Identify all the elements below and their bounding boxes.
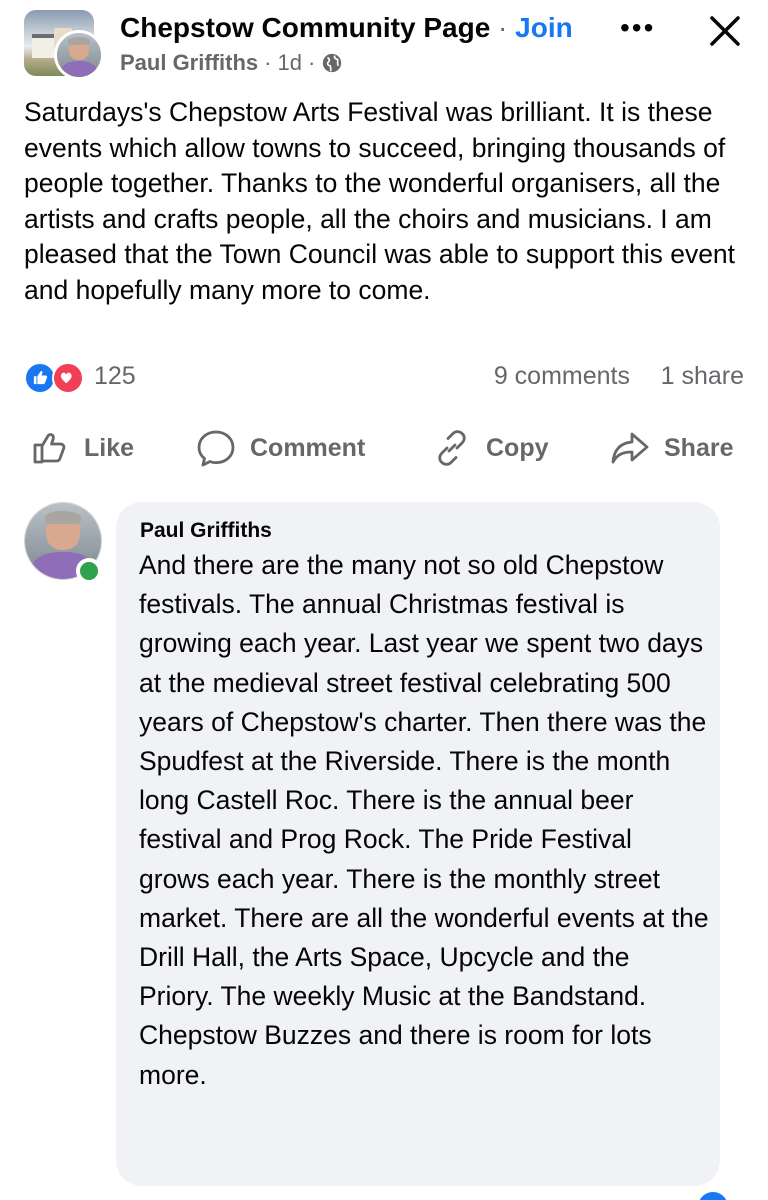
copy-label: Copy — [486, 433, 549, 462]
meta-separator-2: · — [307, 50, 316, 75]
comment-label: Comment — [250, 433, 366, 462]
comment-bubble[interactable]: Paul Griffiths And there are the many no… — [116, 502, 720, 1186]
author-name[interactable]: Paul Griffiths — [120, 50, 258, 76]
comment-bubble-icon — [197, 430, 235, 467]
group-name[interactable]: Chepstow Community Page — [120, 12, 490, 43]
share-label: Share — [664, 433, 734, 462]
like-label: Like — [84, 433, 135, 462]
join-button[interactable]: Join — [515, 12, 573, 43]
share-arrow-icon — [611, 432, 649, 464]
shares-count[interactable]: 1 share — [661, 362, 744, 391]
action-bar: Like Comment Copy Share — [0, 420, 768, 476]
group-title-line: Chepstow Community Page · Join — [120, 12, 573, 44]
post-meta: Paul Griffiths · 1d · — [120, 50, 343, 76]
thumbs-up-icon — [33, 433, 66, 464]
comment-author[interactable]: Paul Griffiths — [140, 519, 272, 543]
online-status-badge — [76, 558, 102, 584]
author-avatar[interactable] — [54, 30, 104, 80]
share-button[interactable]: Share — [610, 420, 733, 476]
post-time[interactable]: 1d — [277, 50, 301, 76]
reaction-badge-peek — [698, 1192, 728, 1200]
reaction-count[interactable]: 125 — [94, 362, 136, 391]
reactions-bar: 125 9 comments 1 share — [24, 360, 744, 396]
copy-button[interactable]: Copy — [432, 420, 549, 476]
post-text: Saturdays's Chepstow Arts Festival was b… — [24, 97, 736, 305]
love-reaction-icon — [52, 362, 84, 394]
close-icon[interactable] — [706, 12, 744, 50]
avatar-face — [57, 33, 101, 77]
more-options-icon[interactable]: ••• — [620, 14, 660, 42]
link-icon — [438, 430, 466, 466]
comment-text: And there are the many not so old Chepst… — [139, 550, 709, 1090]
post-header: Chepstow Community Page · Join Paul Grif… — [0, 0, 768, 90]
globe-icon — [323, 53, 342, 73]
comment-button[interactable]: Comment — [196, 420, 365, 476]
meta-separator: · — [264, 50, 272, 75]
comments-count[interactable]: 9 comments — [494, 362, 630, 391]
title-separator: · — [498, 12, 508, 43]
like-button[interactable]: Like — [30, 420, 134, 476]
reaction-icons[interactable] — [24, 362, 90, 394]
